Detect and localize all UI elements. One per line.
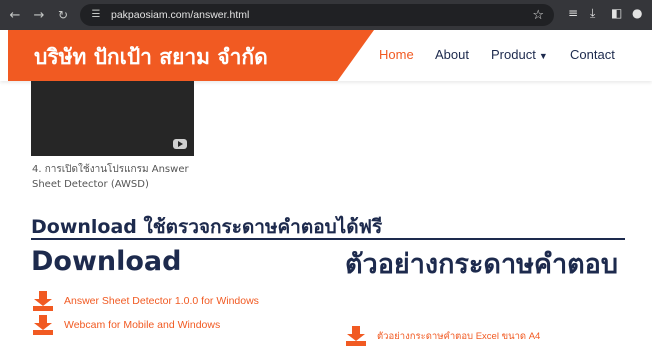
download-icon [33, 291, 53, 311]
download-icon [33, 315, 53, 335]
brand-banner[interactable]: บริษัท ปักเป้า สยาม จำกัด [8, 30, 374, 81]
brand-name: บริษัท ปักเป้า สยาม จำกัด [34, 45, 268, 69]
video-caption: 4. การเปิดใช้งานโปรแกรม Answer Sheet Det… [32, 164, 189, 190]
nav-about[interactable]: About [435, 47, 469, 62]
url-text: pakpaosiam.com/answer.html [111, 9, 250, 21]
download-link-sample-excel[interactable]: ตัวอย่างกระดาษคำตอบ Excel ขนาด A4 [346, 326, 540, 346]
side-panel-icon[interactable]: ◧ [611, 6, 622, 20]
browser-toolbar: ← → ↻ ☰ pakpaosiam.com/answer.html ☆ ≡ ⤓… [0, 0, 652, 30]
download-link-label[interactable]: ตัวอย่างกระดาษคำตอบ Excel ขนาด A4 [377, 329, 540, 344]
nav-product-label: Product [491, 47, 536, 62]
chevron-down-icon: ▼ [538, 51, 548, 61]
download-link-webcam[interactable]: Webcam for Mobile and Windows [33, 315, 220, 335]
download-icon [346, 326, 366, 346]
section-divider [31, 238, 625, 240]
download-icon[interactable]: ⤓ [590, 6, 595, 21]
bookmark-star-icon[interactable]: ☆ [532, 8, 544, 23]
address-bar[interactable]: ☰ pakpaosiam.com/answer.html ☆ [80, 4, 554, 26]
reading-list-icon[interactable]: ≡ [568, 6, 578, 20]
nav-contact[interactable]: Contact [570, 47, 615, 62]
youtube-logo-icon[interactable] [173, 139, 187, 149]
forward-arrow-icon[interactable]: → [30, 8, 48, 23]
profile-icon[interactable]: ● [632, 6, 642, 20]
site-info-icon[interactable]: ☰ [89, 8, 103, 22]
sample-heading: ตัวอย่างกระดาษคำตอบ [345, 249, 619, 280]
download-link-label[interactable]: Webcam for Mobile and Windows [64, 319, 220, 331]
download-heading: Download [31, 246, 182, 277]
nav-home[interactable]: Home [379, 47, 414, 62]
back-arrow-icon[interactable]: ← [6, 8, 24, 23]
reload-icon[interactable]: ↻ [54, 8, 72, 22]
video-embed[interactable] [31, 81, 194, 156]
nav-product[interactable]: Product ▼ [491, 47, 548, 62]
download-link-awsd[interactable]: Answer Sheet Detector 1.0.0 for Windows [33, 291, 259, 311]
site-header: บริษัท ปักเป้า สยาม จำกัด Home About Pro… [0, 30, 652, 81]
download-link-label[interactable]: Answer Sheet Detector 1.0.0 for Windows [64, 295, 259, 307]
